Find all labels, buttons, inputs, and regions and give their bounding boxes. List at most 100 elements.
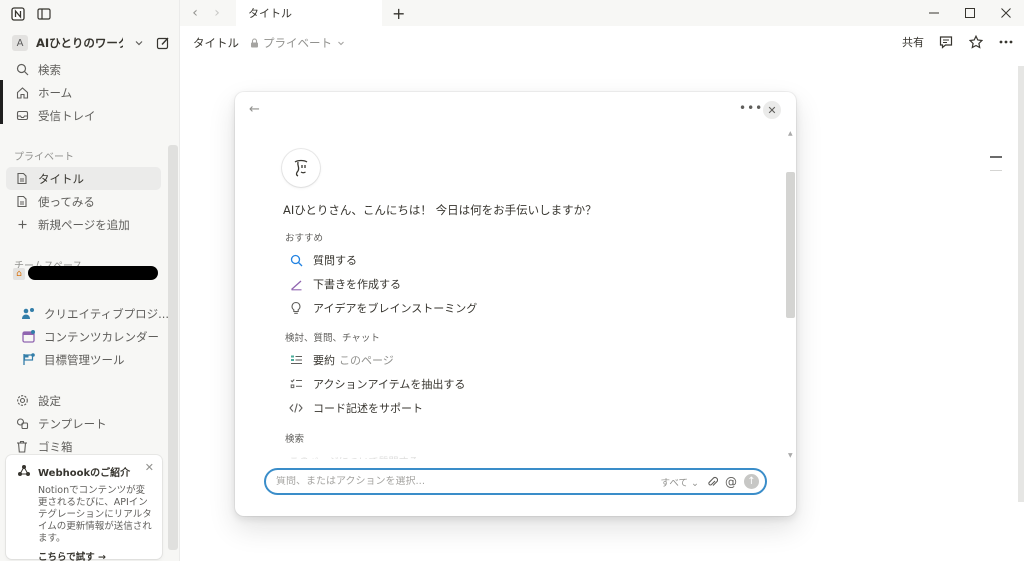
send-icon[interactable]: ↑	[744, 474, 759, 489]
ai-action-ask[interactable]: 質問する	[289, 252, 357, 268]
workspace-avatar: A	[12, 35, 28, 51]
ai-action-extract-todos[interactable]: アクションアイテムを抽出する	[289, 376, 465, 392]
search-icon	[289, 253, 303, 267]
code-icon	[289, 401, 303, 415]
maximize-icon[interactable]	[952, 0, 988, 26]
sidebar-item-label: 検索	[38, 62, 61, 77]
ai-action-label: 質問する	[313, 254, 357, 267]
ai-action-code-help[interactable]: コード記述をサポート	[289, 400, 423, 416]
section-search: 検索	[285, 434, 305, 445]
sidebar-item-creative-project[interactable]: クリエイティブプロジ...	[0, 302, 179, 325]
ai-action-suffix: このページ	[339, 354, 394, 367]
sidebar-item-search[interactable]: 検索	[0, 58, 179, 81]
tab-title[interactable]: タイトル	[236, 0, 382, 26]
scroll-up-icon[interactable]: ▲	[788, 130, 793, 137]
webhook-try-link[interactable]: こちらで試す →	[16, 549, 152, 561]
modal-scrollbar-thumb[interactable]	[786, 172, 795, 318]
sidebar-item-templates[interactable]: テンプレート	[0, 412, 179, 435]
more-options-icon[interactable]: •••	[739, 101, 763, 115]
inbox-icon	[14, 108, 30, 124]
sidebar-item-label: 新規ページを追加	[38, 217, 130, 232]
ai-action-draft[interactable]: 下書きを作成する	[289, 276, 401, 292]
minimize-icon[interactable]	[916, 0, 952, 26]
ai-action-label: アイデアをブレインストーミング	[313, 302, 478, 315]
sidebar-item-inbox[interactable]: 受信トレイ	[0, 104, 179, 127]
star-icon[interactable]	[968, 34, 984, 50]
notion-ai-modal: ← ••• ✕ ▲ ▼ AIひとりさん、こんにちは！ 今日は何をお手伝いしますか…	[235, 92, 796, 516]
notion-logo-icon[interactable]	[10, 6, 26, 22]
people-icon	[20, 306, 36, 322]
ai-action-faded[interactable]: このページについて質問する	[289, 453, 419, 459]
back-arrow-icon[interactable]: ‹	[184, 5, 206, 21]
page-header: タイトル プライベート 共有	[180, 30, 1024, 56]
webhook-promo-card: Webhookのご紹介 ✕ Notionでコンテンツが変更されるたびに、APIイ…	[6, 455, 162, 561]
breadcrumb-private[interactable]: プライベート	[249, 35, 345, 51]
sidebar-scrollbar[interactable]	[168, 145, 178, 550]
sidebar-item-try[interactable]: 使ってみる	[0, 190, 179, 213]
outline-marker-secondary	[990, 170, 1002, 171]
sidebar-item-label: 設定	[38, 393, 61, 408]
sidebar-item-label: クリエイティブプロジ...	[44, 306, 170, 321]
sidebar-item-label: 目標管理ツール	[44, 352, 125, 367]
lightbulb-icon	[289, 301, 303, 315]
sidebar-topbar	[0, 0, 179, 28]
forward-arrow-icon[interactable]: ›	[206, 5, 228, 21]
mention-icon[interactable]: @	[725, 475, 737, 489]
scope-selector[interactable]: すべて ⌄	[661, 475, 699, 489]
window-controls	[916, 0, 1024, 26]
sidebar-item-add-page[interactable]: 新規ページを追加	[0, 213, 179, 236]
sidebar-item-label: ホーム	[38, 85, 73, 100]
section-review-chat: 検討、質問、チャット	[285, 333, 380, 344]
close-icon[interactable]: ✕	[763, 101, 781, 119]
ai-action-label: 要約	[313, 354, 335, 367]
attach-icon[interactable]	[706, 476, 718, 488]
new-tab-button[interactable]: +	[392, 4, 405, 23]
sidebar-item-goal-tracker[interactable]: 目標管理ツール	[0, 348, 179, 371]
redacted-teamspace-name[interactable]	[28, 266, 158, 280]
webhook-title: Webhookのご紹介	[38, 467, 131, 479]
calendar-icon	[20, 329, 36, 345]
workspace-switcher[interactable]: A AIひとりのワーク...	[0, 28, 179, 58]
back-arrow-icon[interactable]: ←	[249, 102, 260, 117]
outline-marker[interactable]	[990, 156, 1002, 158]
window-close-icon[interactable]	[988, 0, 1024, 26]
share-button[interactable]: 共有	[902, 34, 924, 50]
chevron-down-icon	[336, 39, 345, 48]
checklist-icon	[289, 377, 303, 391]
more-options-icon[interactable]	[998, 34, 1014, 50]
ai-prompt-box[interactable]: すべて ⌄ @ ↑	[264, 468, 767, 495]
ai-action-label: アクションアイテムを抽出する	[313, 378, 466, 391]
template-icon	[14, 416, 30, 432]
sidebar-item-settings[interactable]: 設定	[0, 389, 179, 412]
workspace-name: AIひとりのワーク...	[36, 36, 123, 50]
close-icon[interactable]: ✕	[145, 461, 154, 474]
page-icon	[14, 194, 30, 210]
sidebar-toggle-icon[interactable]	[36, 6, 52, 22]
pen-icon	[289, 277, 303, 291]
scroll-down-icon[interactable]: ▼	[788, 452, 793, 459]
page-scrollbar[interactable]	[1018, 66, 1024, 502]
breadcrumb-title[interactable]: タイトル	[193, 35, 239, 51]
tab-label: タイトル	[248, 7, 292, 20]
sidebar-item-title[interactable]: タイトル	[6, 167, 161, 190]
search-icon	[14, 62, 30, 78]
sidebar-item-label: タイトル	[38, 171, 84, 186]
comment-icon[interactable]	[938, 34, 954, 50]
window-edge-stripe	[0, 80, 3, 124]
ai-prompt-input[interactable]	[276, 476, 656, 487]
header-actions: 共有	[902, 34, 1014, 50]
ai-action-brainstorm[interactable]: アイデアをブレインストーミング	[289, 300, 477, 316]
home-icon	[14, 85, 30, 101]
ai-action-summarize[interactable]: 要約 このページ	[289, 352, 394, 368]
chevron-down-icon	[131, 35, 147, 51]
sidebar-item-home[interactable]: ホーム	[0, 81, 179, 104]
sidebar-item-label: 受信トレイ	[38, 108, 96, 123]
gear-icon	[14, 393, 30, 409]
plus-icon	[14, 217, 30, 233]
section-recommended: おすすめ	[285, 233, 324, 244]
sidebar-item-label: テンプレート	[38, 416, 107, 431]
new-page-icon[interactable]	[155, 35, 171, 51]
teamspace-home-icon: ⌂	[13, 268, 25, 280]
sidebar-item-content-calendar[interactable]: コンテンツカレンダー	[0, 325, 179, 348]
sidebar-section-private: プライベート	[14, 152, 74, 163]
